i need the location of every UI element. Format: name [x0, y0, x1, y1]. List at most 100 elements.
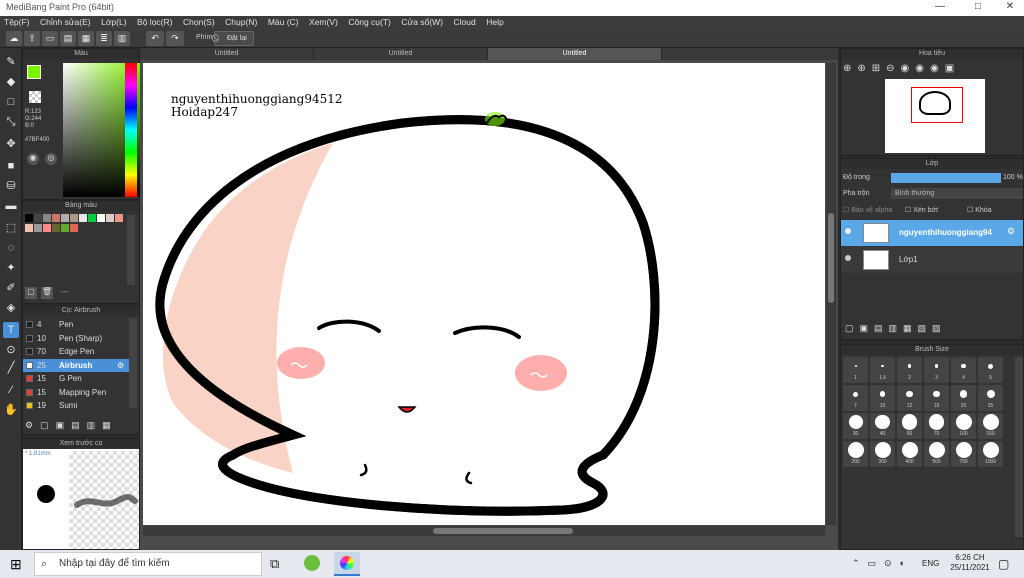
brush-item[interactable]: 4 Pen [23, 318, 129, 331]
layer-row[interactable]: Lớp1 [841, 247, 1023, 273]
brush-size-cell[interactable]: 5 [978, 357, 1003, 383]
menu-snap[interactable]: Chụp(N) [221, 16, 261, 28]
brush-item[interactable]: 10 Pen (Sharp) [23, 332, 129, 345]
brush-scrollbar[interactable] [129, 318, 137, 408]
transparent-color[interactable] [29, 91, 41, 103]
gear-icon[interactable]: ⚙ [117, 359, 124, 372]
list-icon[interactable]: ≣ [96, 31, 112, 46]
text-tool-icon[interactable]: T [3, 322, 19, 338]
blend-select[interactable]: Bình thường [891, 188, 1023, 199]
palette-scrollbar[interactable] [127, 215, 135, 285]
menu-view[interactable]: Xem(V) [305, 16, 342, 28]
brush-size-cell[interactable]: 300 [870, 441, 895, 467]
layer-actions[interactable]: ▢▣▤▥▦▧▨ [845, 323, 947, 334]
language-indicator[interactable]: ENG [922, 559, 939, 568]
color-swatch[interactable] [25, 214, 33, 222]
color-swatch[interactable] [25, 224, 33, 232]
brush-item[interactable]: 15 G Pen [23, 372, 129, 385]
menu-layer[interactable]: Lớp(L) [97, 16, 130, 28]
brush-size-cell[interactable]: 1.5 [870, 357, 895, 383]
minimize-button[interactable]: — [920, 1, 960, 12]
select-pen-icon[interactable]: ✐ [3, 280, 19, 296]
trash-icon[interactable]: 🗑 [41, 287, 53, 299]
menu-tools[interactable]: Công cụ(T) [344, 16, 395, 28]
color-swatch[interactable] [106, 214, 114, 222]
drawing-canvas[interactable]: nguyenthihuonggiang94512 Hoidap247 [143, 63, 825, 525]
move-tool-icon[interactable]: ✥ [3, 136, 19, 152]
color-wheel-icon[interactable]: ◎ [45, 153, 57, 165]
vertical-scroll-thumb[interactable] [828, 213, 834, 303]
brush-size-cell[interactable]: 4 [951, 357, 976, 383]
app-icon-1[interactable] [304, 555, 320, 571]
clock[interactable]: 6:26 CH 25/11/2021 [950, 553, 990, 573]
foreground-color[interactable] [27, 65, 41, 79]
search-box[interactable]: ⌕ Nhập tại đây để tìm kiếm [34, 552, 262, 576]
menu-edit[interactable]: Chỉnh sửa(E) [36, 16, 95, 28]
brush-size-cell[interactable]: 200 [843, 441, 868, 467]
comment-icon[interactable]: ▭ [42, 31, 58, 46]
brush-size-cell[interactable]: 25 [978, 385, 1003, 411]
brush-size-scrollbar[interactable] [1015, 357, 1023, 537]
cloud-icon[interactable]: ☁ [6, 31, 22, 46]
windows-start-icon[interactable]: ⊞ [10, 556, 22, 573]
brush-item[interactable]: 15 Mapping Pen [23, 386, 129, 399]
brush-size-cell[interactable]: 1 [843, 357, 868, 383]
brush-size-cell[interactable]: 100 [951, 413, 976, 439]
brush-size-cell[interactable]: 50 [897, 413, 922, 439]
navigator-thumbnail[interactable] [885, 79, 985, 153]
brush-size-cell[interactable]: 40 [870, 413, 895, 439]
color-swatch[interactable] [88, 214, 96, 222]
menu-window[interactable]: Cửa sổ(W) [397, 16, 447, 28]
lasso-icon[interactable]: ◌ [3, 240, 19, 256]
layers-icon[interactable]: ▥ [114, 31, 130, 46]
brush-item[interactable]: 25 Airbrush ⚙ [23, 358, 129, 372]
eraser-tool-icon[interactable]: ◆ [3, 74, 19, 90]
hand-icon[interactable]: ✋ [3, 402, 19, 418]
visibility-icon[interactable] [845, 255, 851, 261]
brush-size-cell[interactable]: 7 [843, 385, 868, 411]
pen-tool-icon[interactable]: ⤡ [3, 114, 19, 130]
fill-tool-icon[interactable]: ⛁ [3, 178, 19, 194]
shape-tool-icon[interactable]: ■ [3, 158, 19, 174]
color-swatch[interactable] [34, 224, 42, 232]
new-icon[interactable]: ▢ [25, 287, 37, 299]
brush-size-cell[interactable]: 10 [870, 385, 895, 411]
menu-select[interactable]: Chọn(S) [179, 16, 219, 28]
eyedropper-icon[interactable]: ⁄ [3, 382, 19, 398]
layer-row-active[interactable]: nguyenthihuonggiang94 ⚙ [841, 220, 1023, 246]
hue-slider[interactable] [125, 63, 137, 197]
medibang-app-button[interactable] [334, 552, 360, 576]
visibility-icon[interactable] [845, 228, 851, 234]
color-swatch[interactable] [52, 214, 60, 222]
color-swatch[interactable] [34, 214, 42, 222]
brush-size-cell[interactable]: 400 [897, 441, 922, 467]
chat-icon[interactable]: ▤ [60, 31, 76, 46]
brush-size-cell[interactable]: 12 [897, 385, 922, 411]
horizontal-scrollbar[interactable] [143, 526, 825, 536]
brush-item[interactable]: 19 Sumi [23, 399, 129, 412]
palette-icon[interactable]: ◉ [27, 153, 39, 165]
redo-icon[interactable]: ↷ [166, 31, 184, 46]
brush-size-cell[interactable]: 30 [843, 413, 868, 439]
brush-size-cell[interactable]: 1000 [978, 441, 1003, 467]
select-rect-icon[interactable]: ⬚ [3, 220, 19, 236]
operation-tool-icon[interactable]: ⊙ [3, 342, 19, 358]
brush-size-cell[interactable]: 20 [951, 385, 976, 411]
brush-size-cell[interactable]: 70 [924, 413, 949, 439]
color-swatch[interactable] [61, 214, 69, 222]
brush-size-cell[interactable]: 150 [978, 413, 1003, 439]
navigator-zoom-controls[interactable]: ⊕⊕⊞⊖◉◉◉▣ [843, 63, 960, 74]
gear-icon[interactable]: ⚙ [1007, 226, 1015, 237]
select-eraser-icon[interactable]: ◈ [3, 300, 19, 316]
brush-size-cell[interactable]: 700 [951, 441, 976, 467]
color-swatch[interactable] [79, 214, 87, 222]
color-swatch[interactable] [43, 214, 51, 222]
undo-icon[interactable]: ↶ [146, 31, 164, 46]
magic-wand-icon[interactable]: ✦ [3, 260, 19, 276]
brush-size-cell[interactable]: 500 [924, 441, 949, 467]
color-swatch[interactable] [115, 214, 123, 222]
brush-size-cell[interactable]: 15 [924, 385, 949, 411]
notification-icon[interactable]: ▢ [998, 557, 1009, 571]
menu-file[interactable]: Tệp(F) [0, 16, 34, 28]
brush-size-cell[interactable]: 3 [924, 357, 949, 383]
